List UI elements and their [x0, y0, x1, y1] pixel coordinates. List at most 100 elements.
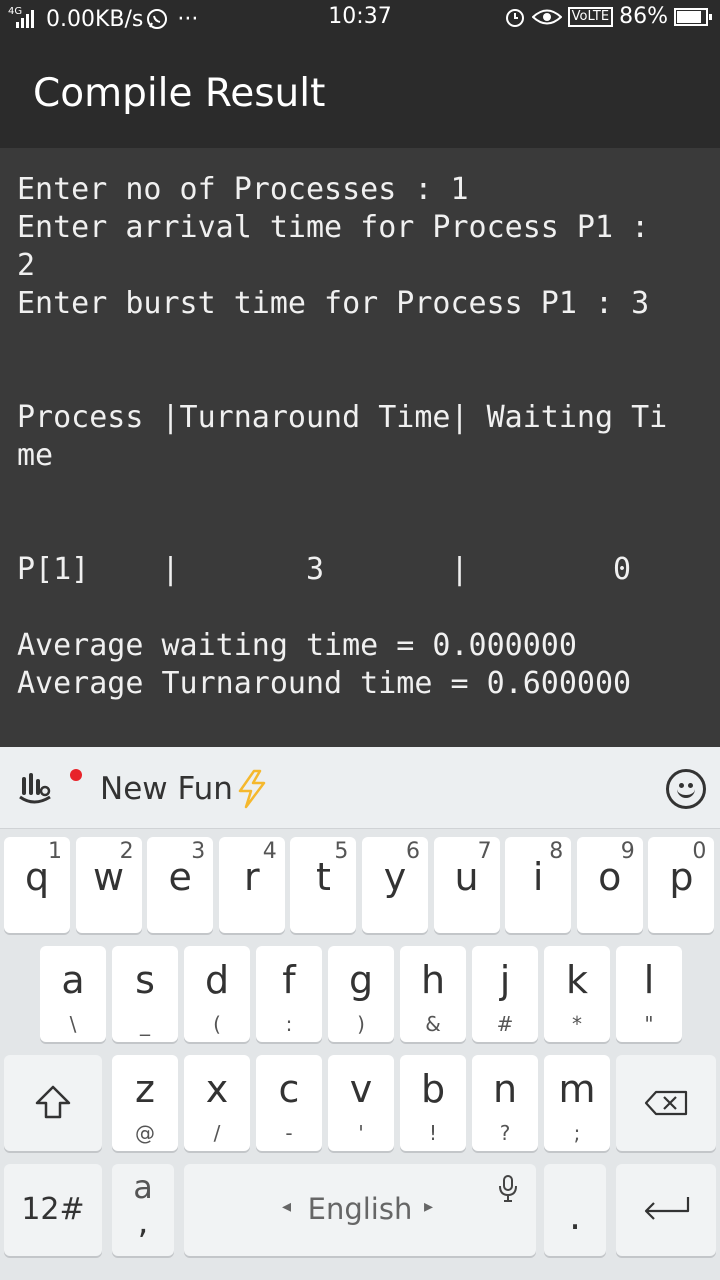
key-symbol: *: [572, 1012, 582, 1036]
key-letter: h: [420, 958, 446, 1002]
key-q[interactable]: 1q: [4, 837, 70, 933]
key-u[interactable]: 7u: [433, 837, 500, 933]
key-letter: l: [643, 958, 655, 1002]
notification-dot: [70, 769, 82, 781]
space-label: English: [307, 1192, 413, 1226]
key-c[interactable]: c-: [256, 1055, 322, 1151]
emoji-icon[interactable]: [666, 769, 706, 809]
key-letter: f: [282, 958, 296, 1002]
key-letter: t: [315, 855, 331, 899]
space-key[interactable]: ◂ English ▸: [184, 1164, 536, 1256]
key-p[interactable]: 0p: [648, 837, 715, 933]
key-a[interactable]: a \: [40, 946, 106, 1042]
new-fun-button[interactable]: New Fun: [100, 771, 233, 807]
key-letter: k: [565, 958, 588, 1002]
key-f[interactable]: f:: [256, 946, 322, 1042]
key-h[interactable]: h &: [400, 946, 466, 1042]
next-language-arrow-icon: ▸: [424, 1196, 434, 1217]
output-line: Process |Turnaround Time| Waiting Ti: [17, 400, 668, 435]
enter-icon: [644, 1197, 690, 1220]
symbols-label: 12#: [21, 1192, 85, 1227]
key-symbol: :: [285, 1012, 293, 1036]
key-i[interactable]: 8i: [505, 837, 572, 933]
key-symbol: @: [135, 1121, 155, 1145]
alarm-icon: [505, 8, 524, 27]
key-g[interactable]: g): [328, 946, 394, 1042]
key-letter: d: [204, 958, 230, 1002]
key-e[interactable]: 3e: [147, 837, 214, 933]
backspace-icon: [644, 1090, 688, 1116]
key-letter: j: [499, 958, 511, 1002]
key-z[interactable]: z @: [112, 1055, 178, 1151]
key-symbol: ): [357, 1012, 365, 1036]
key-letter: o: [598, 855, 622, 899]
status-right: VoLTE 86%: [504, 4, 712, 29]
status-bar: 4G 0.00KB/s ··· 10:37 VoLTE 86%: [0, 0, 720, 38]
key-r[interactable]: 4r: [218, 837, 285, 933]
key-letter: c: [278, 1067, 300, 1111]
key-symbol: /: [213, 1121, 221, 1145]
output-line: Average waiting time = 0.000000: [17, 628, 577, 663]
key-d[interactable]: d(: [184, 946, 250, 1042]
key-letter: y: [383, 855, 407, 899]
key-letter: a: [133, 1168, 153, 1206]
key-letter: z: [135, 1067, 155, 1111]
comma-key[interactable]: a,: [112, 1164, 174, 1256]
enter-key[interactable]: [616, 1164, 716, 1256]
key-symbol: -: [285, 1121, 293, 1145]
output-line: Enter no of Processes : 1: [17, 172, 469, 207]
key-symbol: ;: [573, 1121, 581, 1145]
output-line: me: [17, 438, 54, 473]
key-k[interactable]: k *: [544, 946, 610, 1042]
key-letter: u: [454, 855, 479, 899]
key-letter: r: [243, 855, 260, 899]
key-letter: g: [348, 958, 374, 1002]
app-bar: Compile Result: [0, 38, 720, 148]
output-line: Enter arrival time for Process P1 :: [17, 210, 650, 245]
compile-output: Enter no of Processes : 1 Enter arrival …: [0, 148, 720, 747]
key-letter: s: [135, 958, 155, 1002]
key-symbol: #: [496, 1012, 514, 1036]
key-o[interactable]: 9o: [576, 837, 643, 933]
key-letter: b: [420, 1067, 446, 1111]
key-symbol: (: [213, 1012, 221, 1036]
page-title: Compile Result: [33, 71, 326, 116]
key-m[interactable]: m;: [544, 1055, 610, 1151]
key-letter: x: [205, 1067, 229, 1111]
key-symbol: \: [69, 1012, 77, 1036]
period-label: .: [568, 1194, 582, 1238]
volte-badge: VoLTE: [567, 6, 614, 27]
lightning-icon: [238, 769, 266, 809]
key-letter: p: [669, 855, 694, 899]
battery-percent: 86%: [619, 4, 668, 29]
output-line: Average Turnaround time = 0.600000: [17, 666, 632, 701]
key-b[interactable]: b!: [400, 1055, 466, 1151]
key-w[interactable]: 2w: [75, 837, 142, 933]
key-l[interactable]: l ": [616, 946, 682, 1042]
key-s[interactable]: s _: [112, 946, 178, 1042]
touchpal-logo-icon[interactable]: [16, 769, 54, 807]
symbols-key[interactable]: 12#: [4, 1164, 102, 1256]
key-t[interactable]: 5t: [290, 837, 357, 933]
key-letter: v: [349, 1067, 373, 1111]
key-v[interactable]: v ': [328, 1055, 394, 1151]
key-n[interactable]: n?: [472, 1055, 538, 1151]
battery-icon: [674, 7, 712, 26]
key-symbol: ,: [137, 1202, 149, 1242]
period-key[interactable]: .: [544, 1164, 606, 1256]
key-symbol: ": [644, 1012, 654, 1036]
shift-icon: [35, 1085, 71, 1119]
key-letter: w: [93, 855, 125, 899]
keyboard-toolbar: New Fun: [0, 747, 720, 829]
key-j[interactable]: j #: [472, 946, 538, 1042]
key-letter: e: [168, 855, 192, 899]
key-symbol: ?: [499, 1121, 511, 1145]
shift-key[interactable]: [4, 1055, 102, 1151]
backspace-key[interactable]: [616, 1055, 716, 1151]
key-symbol: ': [358, 1121, 364, 1145]
key-symbol: _: [140, 1012, 150, 1036]
key-x[interactable]: x /: [184, 1055, 250, 1151]
key-y[interactable]: 6y: [362, 837, 428, 933]
microphone-icon: [497, 1174, 519, 1208]
soft-keyboard: New Fun 1 q 2 w 3 e 4 r 5 t 6 y 7 u 8 i 9 o 0 p a \ s _ d(f: g) h &…: [0, 747, 720, 1280]
